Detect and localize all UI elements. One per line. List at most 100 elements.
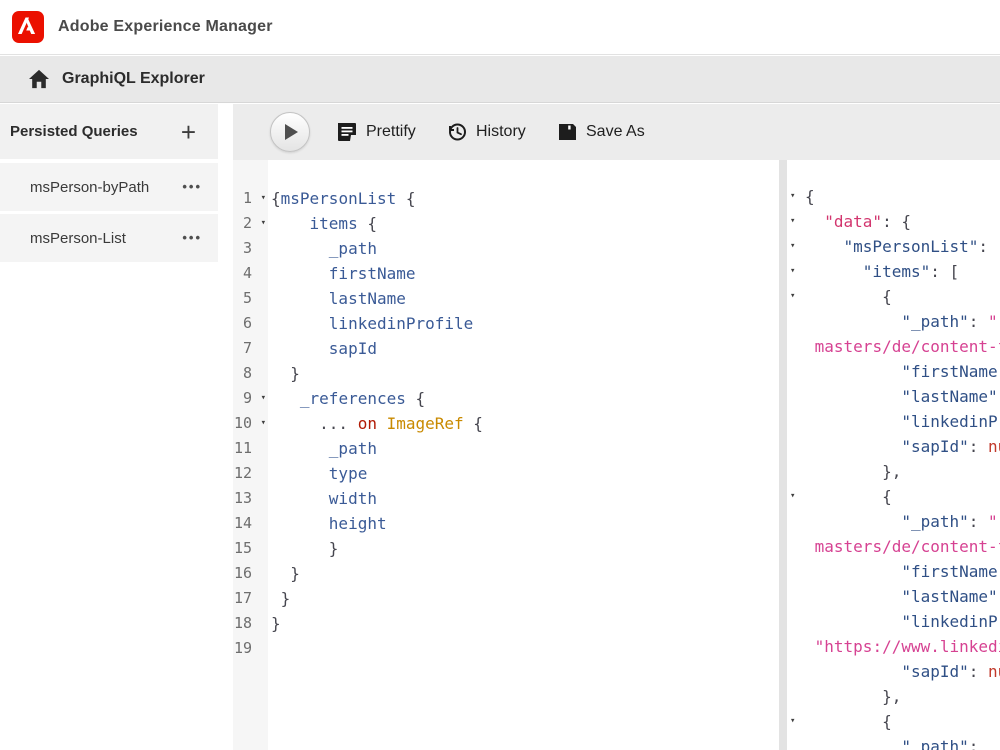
code-token: "data"	[824, 212, 882, 231]
subheader-bar: GraphiQL Explorer	[0, 56, 1000, 103]
line-number: 4	[233, 261, 268, 286]
code-token	[805, 312, 901, 331]
code-token: height	[329, 514, 387, 533]
line-number: 15	[233, 536, 268, 561]
code-token	[805, 387, 901, 406]
line-number: 5	[233, 286, 268, 311]
fold-arrow-icon[interactable]: ▾	[790, 234, 795, 259]
code-token: :	[969, 437, 988, 456]
query-item-label: msPerson-List	[30, 230, 126, 247]
code-line: }	[271, 586, 779, 611]
code-token	[805, 512, 901, 531]
fold-arrow-icon[interactable]: ▾	[261, 211, 266, 236]
ellipsis-menu-icon[interactable]: •••	[182, 230, 202, 245]
code-line: type	[271, 461, 779, 486]
line-number: 9▾	[233, 386, 268, 411]
code-token: "	[988, 312, 998, 331]
fold-arrow-icon[interactable]: ▾	[261, 411, 266, 436]
app-title: Adobe Experience Manager	[58, 18, 273, 36]
line-number: 1▾	[233, 186, 268, 211]
code-token: "	[988, 512, 998, 531]
code-token: {	[805, 187, 815, 206]
code-token: :	[969, 312, 988, 331]
response-row: ▾ {	[805, 484, 1000, 509]
execute-query-button[interactable]	[270, 112, 310, 152]
response-row: "linkedinProfile":	[805, 409, 1000, 434]
code-token	[805, 712, 882, 731]
code-token: : {	[882, 212, 911, 231]
response-row: "https://www.linkedi	[805, 634, 1000, 659]
fold-arrow-icon[interactable]: ▾	[790, 259, 795, 284]
code-token	[271, 514, 329, 533]
code-line: }	[271, 536, 779, 561]
save-as-button[interactable]: Save As	[558, 104, 645, 160]
fold-arrow-icon[interactable]: ▾	[790, 209, 795, 234]
code-token: firstName	[329, 264, 416, 283]
response-row: ▾ "items": [	[805, 259, 1000, 284]
graphiql-workspace: 1▾2▾3456789▾10▾111213141516171819 {msPer…	[233, 160, 1000, 750]
add-query-button[interactable]: +	[181, 119, 196, 145]
fold-arrow-icon[interactable]: ▾	[790, 484, 795, 509]
code-token: _references	[300, 389, 406, 408]
code-token	[271, 239, 329, 258]
code-token: "_path"	[901, 312, 968, 331]
code-line: lastName	[271, 286, 779, 311]
home-icon[interactable]	[28, 69, 50, 89]
query-item-label: msPerson-byPath	[30, 179, 149, 196]
sidebar-item-msperson-list[interactable]: msPerson-List •••	[0, 214, 218, 262]
code-token: }	[271, 614, 281, 633]
code-token: {	[396, 189, 415, 208]
line-number: 12	[233, 461, 268, 486]
response-row: "_path": "	[805, 309, 1000, 334]
code-token: {	[406, 389, 425, 408]
line-number: 7	[233, 336, 268, 361]
code-token: {	[358, 214, 377, 233]
ellipsis-menu-icon[interactable]: •••	[182, 179, 202, 194]
code-token	[271, 214, 310, 233]
code-token: "_path"	[901, 737, 968, 750]
code-token	[271, 389, 300, 408]
prettify-icon	[338, 123, 357, 141]
line-number: 19	[233, 636, 268, 661]
fold-arrow-icon[interactable]: ▾	[790, 184, 795, 209]
history-button[interactable]: History	[447, 104, 526, 160]
line-number: 13	[233, 486, 268, 511]
line-number: 6	[233, 311, 268, 336]
code-token	[271, 464, 329, 483]
code-token: },	[805, 687, 901, 706]
save-as-label: Save As	[586, 123, 645, 141]
response-row: },	[805, 459, 1000, 484]
code-token	[271, 289, 329, 308]
code-token: null	[988, 662, 1000, 681]
fold-arrow-icon[interactable]: ▾	[790, 709, 795, 734]
response-row: ▾ {	[805, 284, 1000, 309]
editor-gutter: 1▾2▾3456789▾10▾111213141516171819	[233, 160, 268, 750]
code-token: "firstName"	[901, 562, 1000, 581]
code-token	[271, 264, 329, 283]
response-row: ▾ "msPersonList":	[805, 234, 1000, 259]
sidebar-item-msperson-bypath[interactable]: msPerson-byPath •••	[0, 163, 218, 211]
graphiql-toolbar: Prettify History Save As	[233, 104, 1000, 160]
code-line	[271, 636, 779, 661]
code-line: }	[271, 561, 779, 586]
prettify-button[interactable]: Prettify	[338, 104, 416, 160]
response-row: ▾{	[805, 184, 1000, 209]
code-token	[805, 262, 863, 281]
panel-resize-handle[interactable]	[779, 160, 787, 750]
code-token: }	[271, 364, 300, 383]
code-token	[271, 489, 329, 508]
code-token	[805, 737, 901, 750]
code-line: items {	[271, 211, 779, 236]
code-token: : [	[930, 262, 959, 281]
code-token: }	[271, 564, 300, 583]
code-token	[271, 439, 329, 458]
query-editor[interactable]: {msPersonList { items { _path firstName …	[268, 160, 779, 750]
code-token	[805, 537, 815, 556]
fold-arrow-icon[interactable]: ▾	[261, 186, 266, 211]
code-line: }	[271, 611, 779, 636]
persisted-queries-panel: Persisted Queries + msPerson-byPath ••• …	[0, 104, 233, 750]
fold-arrow-icon[interactable]: ▾	[261, 386, 266, 411]
code-token: masters/de/content-f	[815, 337, 1000, 356]
code-token	[271, 314, 329, 333]
fold-arrow-icon[interactable]: ▾	[790, 284, 795, 309]
